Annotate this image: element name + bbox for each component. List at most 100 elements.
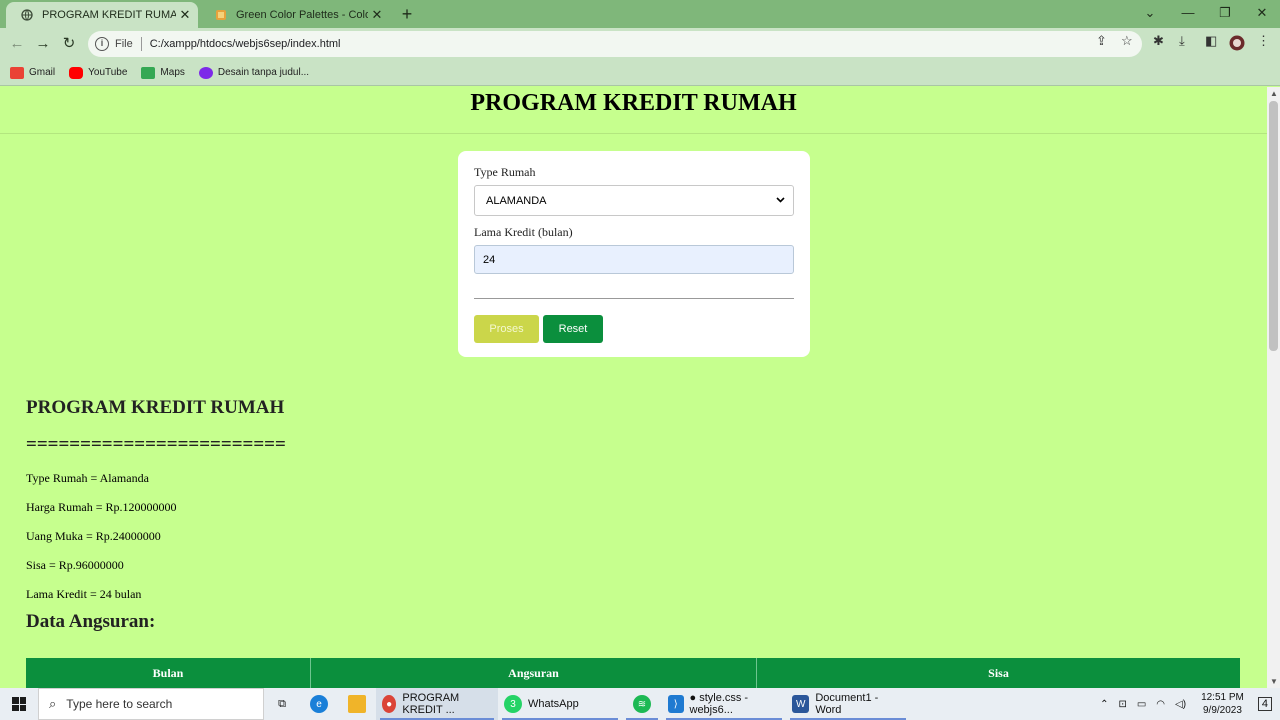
close-tab-icon[interactable]: ✕ xyxy=(368,7,386,23)
bookmark-maps[interactable]: Maps xyxy=(141,66,185,79)
minimize-button[interactable]: — xyxy=(1170,0,1206,28)
info-icon[interactable]: i xyxy=(95,37,109,51)
result-type-rumah: Type Rumah = Alamanda xyxy=(26,471,149,485)
installments-title: Data Angsuran: xyxy=(26,611,156,632)
divider xyxy=(474,298,794,299)
taskbar-clock[interactable]: 12:51 PM 9/9/2023 xyxy=(1201,691,1244,717)
page-title: PROGRAM KREDIT RUMAH xyxy=(470,90,797,116)
menu-icon[interactable]: ⋮ xyxy=(1257,33,1270,49)
lama-kredit-label: Lama Kredit (bulan) xyxy=(474,225,573,239)
type-rumah-label: Type Rumah xyxy=(474,165,536,179)
avatar[interactable] xyxy=(1229,35,1245,54)
column-header-sisa: Sisa xyxy=(988,665,1009,680)
taskbar-vscode[interactable]: ⟩ ● style.css - webjs6... xyxy=(662,688,786,720)
word-icon: W xyxy=(792,695,810,713)
start-button[interactable] xyxy=(0,688,38,720)
clock-time: 12:51 PM xyxy=(1201,692,1244,703)
lama-kredit-input[interactable]: 24 xyxy=(474,245,794,274)
taskbar-app-label: PROGRAM KREDIT ... xyxy=(402,692,460,716)
edge-icon: e xyxy=(310,695,328,713)
bookmark-label: Maps xyxy=(160,67,185,78)
clock-date: 9/9/2023 xyxy=(1203,705,1242,716)
volume-icon[interactable]: ◁) xyxy=(1175,699,1186,710)
reset-button[interactable]: Reset xyxy=(543,315,603,343)
taskbar-search[interactable]: ⌕ Type here to search xyxy=(38,688,264,720)
task-view-icon: ⧉ xyxy=(278,697,286,710)
tab-search-chevron-icon[interactable]: ⌄ xyxy=(1132,0,1168,28)
credit-form-card: Type Rumah ALAMANDA Lama Kredit (bulan) … xyxy=(458,151,810,357)
column-header-angsuran: Angsuran xyxy=(311,658,757,688)
tab-title: Green Color Palettes - Color Hun xyxy=(236,9,368,21)
bookmark-label: YouTube xyxy=(88,67,128,78)
browser-toolbar: ← → ↻ i File C:/xampp/htdocs/webjs6sep/i… xyxy=(0,28,1280,60)
divider xyxy=(140,37,142,51)
tab-program-kredit-rumah[interactable]: PROGRAM KREDIT RUMAH ✕ xyxy=(6,2,198,28)
side-panel-icon[interactable]: ◧ xyxy=(1205,33,1217,49)
youtube-icon xyxy=(69,66,84,79)
result-title: PROGRAM KREDIT RUMAH xyxy=(26,397,285,418)
bookmark-label: Desain tanpa judul... xyxy=(217,67,310,78)
taskbar-app-label: WhatsApp xyxy=(528,698,579,710)
download-icon[interactable]: ⤓ xyxy=(1179,33,1185,49)
wifi-icon[interactable]: ◠ xyxy=(1156,699,1165,710)
notification-icon[interactable]: 4 xyxy=(1257,697,1272,711)
forward-button[interactable]: → xyxy=(31,32,55,56)
share-icon[interactable]: ⇪ xyxy=(1096,33,1107,49)
proses-button[interactable]: Proses xyxy=(474,315,539,343)
bookmark-youtube[interactable]: YouTube xyxy=(69,66,128,79)
windows-logo-icon xyxy=(12,697,26,711)
reload-button[interactable]: ↻ xyxy=(57,32,81,56)
bookmark-gmail[interactable]: Gmail xyxy=(10,66,56,79)
url-scheme: File xyxy=(115,38,133,50)
chevron-down-icon xyxy=(776,195,785,206)
taskbar-chrome[interactable]: ● PROGRAM KREDIT ... xyxy=(376,688,498,720)
close-tab-icon[interactable]: ✕ xyxy=(176,7,194,23)
taskbar-edge[interactable]: e xyxy=(300,688,338,720)
address-bar[interactable]: i File C:/xampp/htdocs/webjs6sep/index.h… xyxy=(88,31,1142,57)
result-uang-muka: Uang Muka = Rp.24000000 xyxy=(26,529,161,543)
task-view-button[interactable]: ⧉ xyxy=(264,688,300,720)
back-button[interactable]: ← xyxy=(5,32,29,56)
result-harga-rumah: Harga Rumah = Rp.120000000 xyxy=(26,500,177,514)
new-tab-button[interactable]: + xyxy=(396,3,418,25)
star-icon[interactable]: ☆ xyxy=(1121,33,1133,49)
taskbar-spotify[interactable]: ≋ xyxy=(622,688,662,720)
chevron-up-icon[interactable]: ⌃ xyxy=(1100,699,1108,710)
close-window-button[interactable]: ✕ xyxy=(1244,0,1280,28)
type-rumah-select[interactable]: ALAMANDA xyxy=(474,185,794,216)
tab-title: PROGRAM KREDIT RUMAH xyxy=(42,9,176,21)
maps-icon xyxy=(141,66,156,79)
extensions-icon[interactable]: ✱ xyxy=(1153,33,1164,49)
scrollbar-thumb[interactable] xyxy=(1269,101,1278,351)
meet-icon[interactable]: ⊡ xyxy=(1118,699,1126,710)
result-sisa: Sisa = Rp.96000000 xyxy=(26,558,124,572)
windows-taskbar: ⌕ Type here to search ⧉ e ● PROGRAM KRED… xyxy=(0,688,1280,720)
bookmark-label: Gmail xyxy=(29,67,56,78)
browser-tab-bar: PROGRAM KREDIT RUMAH ✕ Green Color Palet… xyxy=(0,0,1280,28)
installments-table-header: Bulan Angsuran Sisa xyxy=(26,658,1240,688)
spotify-icon: ≋ xyxy=(633,695,651,713)
type-rumah-value: ALAMANDA xyxy=(486,194,547,207)
taskbar-word[interactable]: W Document1 - Word xyxy=(786,688,910,720)
result-lama-kredit: Lama Kredit = 24 bulan xyxy=(26,587,142,601)
page-scrollbar[interactable]: ▲ ▼ xyxy=(1267,87,1280,688)
column-header-bulan: Bulan xyxy=(26,658,311,688)
page-header: PROGRAM KREDIT RUMAH xyxy=(0,87,1267,134)
chrome-icon: ● xyxy=(382,695,397,713)
taskbar-file-explorer[interactable] xyxy=(338,688,376,720)
tab-green-color-palettes[interactable]: Green Color Palettes - Color Hun ✕ xyxy=(200,2,390,28)
taskbar-app-label: ● style.css - webjs6... xyxy=(689,692,749,716)
taskbar-whatsapp[interactable]: 3 WhatsApp xyxy=(498,688,622,720)
color-hunt-icon xyxy=(214,8,228,22)
bookmark-canva[interactable]: Desain tanpa judul... xyxy=(198,66,310,79)
result-separator: ======================== xyxy=(26,434,286,455)
folder-icon xyxy=(348,695,366,713)
scroll-down-icon[interactable]: ▼ xyxy=(1270,677,1278,686)
scroll-up-icon[interactable]: ▲ xyxy=(1270,89,1278,98)
bookmarks-bar: Gmail YouTube Maps Desain tanpa judul... xyxy=(0,60,1280,86)
form-actions: Proses Reset xyxy=(474,315,794,343)
search-icon: ⌕ xyxy=(49,696,57,711)
url-text[interactable]: C:/xampp/htdocs/webjs6sep/index.html xyxy=(150,38,341,50)
maximize-button[interactable]: ❐ xyxy=(1207,0,1243,28)
battery-icon[interactable]: ▭ xyxy=(1137,699,1146,710)
